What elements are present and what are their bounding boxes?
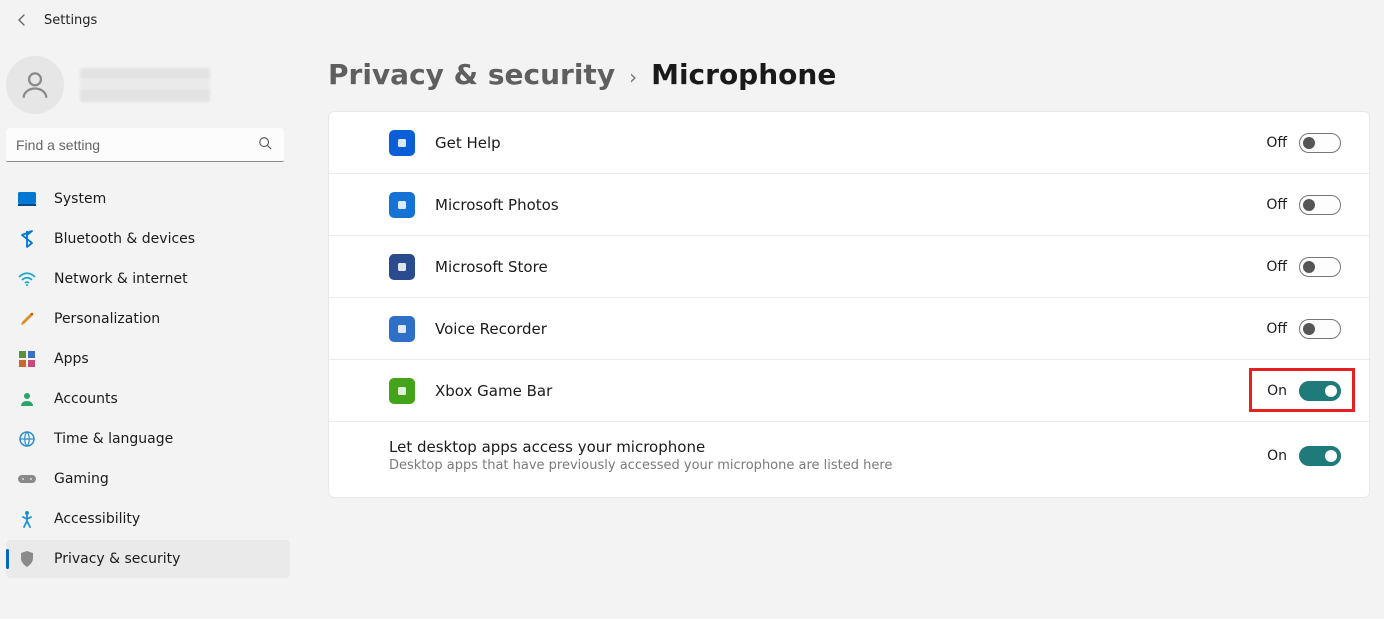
nav-personalization[interactable]: Personalization (6, 300, 290, 338)
nav-bluetooth[interactable]: Bluetooth & devices (6, 220, 290, 258)
accessibility-icon (18, 510, 36, 528)
microsoft-store-icon (389, 254, 415, 280)
desktop-apps-title: Let desktop apps access your microphone (389, 438, 1267, 456)
chevron-right-icon: › (629, 65, 637, 89)
xbox-game-bar-icon (389, 378, 415, 404)
nav-list: System Bluetooth & devices Network & int… (6, 180, 290, 578)
sidebar: System Bluetooth & devices Network & int… (0, 40, 300, 619)
get-help-toggle[interactable] (1299, 133, 1341, 153)
app-row-get-help: Get HelpOff (329, 112, 1369, 174)
toggle-state-label: Off (1266, 259, 1287, 275)
avatar (6, 56, 64, 114)
app-label: Microsoft Store (435, 258, 1266, 276)
nav-label: Accounts (54, 391, 118, 407)
breadcrumb-parent[interactable]: Privacy & security (328, 58, 615, 91)
window-title: Settings (44, 13, 97, 28)
toggle-group: Off (1266, 133, 1341, 153)
search-box[interactable] (6, 128, 290, 162)
back-button[interactable] (8, 6, 36, 34)
breadcrumb: Privacy & security › Microphone (328, 58, 1370, 91)
nav-network[interactable]: Network & internet (6, 260, 290, 298)
main-content: Privacy & security › Microphone Get Help… (300, 40, 1384, 619)
nav-label: Privacy & security (54, 551, 180, 567)
nav-label: Gaming (54, 471, 109, 487)
voice-recorder-icon (389, 316, 415, 342)
app-label: Microsoft Photos (435, 196, 1266, 214)
toggle-state-label: On (1267, 448, 1287, 464)
accounts-icon (18, 390, 36, 408)
person-icon (18, 68, 52, 102)
nav-privacy-security[interactable]: Privacy & security (6, 540, 290, 578)
wifi-icon (18, 270, 36, 288)
nav-time-language[interactable]: Time & language (6, 420, 290, 458)
nav-label: Apps (54, 351, 89, 367)
app-row-voice-recorder: Voice RecorderOff (329, 298, 1369, 360)
nav-gaming[interactable]: Gaming (6, 460, 290, 498)
toggle-state-label: Off (1266, 321, 1287, 337)
brush-icon (18, 310, 36, 328)
toggle-state-label: On (1267, 383, 1287, 399)
nav-system[interactable]: System (6, 180, 290, 218)
toggle-state-label: Off (1266, 197, 1287, 213)
microsoft-photos-toggle[interactable] (1299, 195, 1341, 215)
xbox-game-bar-toggle[interactable] (1299, 381, 1341, 401)
shield-icon (18, 550, 36, 568)
gamepad-icon (18, 470, 36, 488)
nav-apps[interactable]: Apps (6, 340, 290, 378)
nav-label: Personalization (54, 311, 160, 327)
toggle-state-label: Off (1266, 135, 1287, 151)
system-icon (18, 190, 36, 208)
get-help-icon (389, 130, 415, 156)
profile-name-redacted (80, 68, 210, 102)
toggle-group: Off (1266, 195, 1341, 215)
nav-accessibility[interactable]: Accessibility (6, 500, 290, 538)
nav-label: Accessibility (54, 511, 140, 527)
nav-accounts[interactable]: Accounts (6, 380, 290, 418)
bluetooth-icon (18, 230, 36, 248)
toggle-group: On (1267, 446, 1341, 466)
back-arrow-icon (14, 12, 30, 28)
app-row-microsoft-photos: Microsoft PhotosOff (329, 174, 1369, 236)
desktop-apps-row: Let desktop apps access your microphone D… (329, 422, 1369, 497)
voice-recorder-toggle[interactable] (1299, 319, 1341, 339)
desktop-apps-toggle[interactable] (1299, 446, 1341, 466)
app-label: Xbox Game Bar (435, 382, 1267, 400)
nav-label: Network & internet (54, 271, 188, 287)
search-input[interactable] (6, 128, 284, 162)
nav-label: Time & language (54, 431, 173, 447)
nav-label: Bluetooth & devices (54, 231, 195, 247)
apps-panel: Get HelpOffMicrosoft PhotosOffMicrosoft … (328, 111, 1370, 498)
app-row-xbox-game-bar: Xbox Game BarOn (329, 360, 1369, 422)
toggle-group: Off (1266, 257, 1341, 277)
app-label: Get Help (435, 134, 1266, 152)
nav-label: System (54, 191, 106, 207)
microsoft-store-toggle[interactable] (1299, 257, 1341, 277)
desktop-apps-subtitle: Desktop apps that have previously access… (389, 458, 1267, 473)
profile-block[interactable] (6, 50, 290, 128)
apps-icon (18, 350, 36, 368)
app-row-microsoft-store: Microsoft StoreOff (329, 236, 1369, 298)
microsoft-photos-icon (389, 192, 415, 218)
app-label: Voice Recorder (435, 320, 1266, 338)
globe-icon (18, 430, 36, 448)
breadcrumb-current: Microphone (651, 58, 836, 91)
toggle-group: Off (1266, 319, 1341, 339)
toggle-group: On (1267, 381, 1341, 401)
